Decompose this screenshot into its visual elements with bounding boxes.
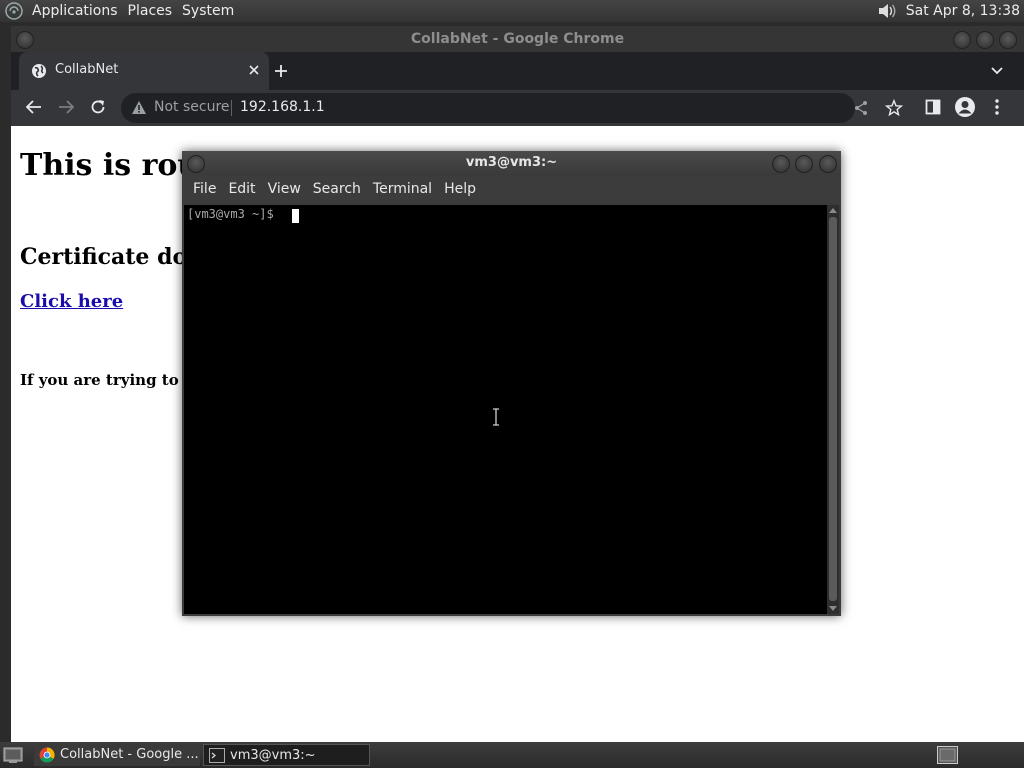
warning-icon[interactable] (131, 100, 147, 116)
minimize-button[interactable] (953, 31, 971, 49)
applications-menu[interactable]: Applications (27, 0, 123, 22)
security-indicator[interactable]: Not secure (154, 99, 230, 115)
terminal-titlebar[interactable]: vm3@vm3:~ (182, 151, 841, 175)
taskbar-item-label: vm3@vm3:~ (230, 748, 316, 763)
clock[interactable]: Sat Apr 8, 13:38 (898, 3, 1024, 19)
chevron-down-icon[interactable] (990, 64, 1004, 78)
tab-collabnet[interactable]: CollabNet (19, 52, 269, 90)
panel-tray: Sat Apr 8, 13:38 (876, 1, 1024, 21)
terminal-window-menu-button[interactable] (187, 155, 205, 173)
omnibox[interactable]: Not secure 192.168.1.1 (121, 93, 903, 123)
chrome-titlebar[interactable]: CollabNet - Google Chrome (11, 26, 1024, 52)
terminal-maximize-button[interactable] (795, 155, 813, 173)
maximize-button[interactable] (976, 31, 994, 49)
url-text[interactable]: 192.168.1.1 (240, 99, 325, 115)
terminal-menu-edit[interactable]: Edit (222, 175, 261, 203)
tab-strip: CollabNet (11, 52, 1024, 90)
workspace-switcher-icon[interactable] (937, 746, 958, 764)
scroll-up-arrow-icon[interactable] (829, 208, 837, 213)
window-menu-button[interactable] (16, 31, 34, 49)
side-panel-icon[interactable] (924, 98, 942, 116)
terminal-menu-search[interactable]: Search (307, 175, 367, 203)
distro-logo-icon[interactable] (5, 2, 23, 20)
omnibox-divider (231, 100, 232, 116)
top-panel: Applications Places System Sat Apr 8, 13… (0, 0, 1024, 22)
system-menu[interactable]: System (177, 0, 239, 22)
taskbar-item-chrome[interactable]: CollabNet - Google ... (34, 744, 200, 766)
bookmark-star-icon[interactable] (885, 99, 903, 117)
terminal-menu-view[interactable]: View (262, 175, 307, 203)
terminal-menu-terminal[interactable]: Terminal (367, 175, 438, 203)
back-arrow-icon[interactable] (25, 98, 43, 116)
click-here-link[interactable]: Click here (20, 291, 123, 312)
window-title: CollabNet - Google Chrome (410, 31, 625, 47)
terminal-menubar: File Edit View Search Terminal Help (182, 175, 841, 203)
terminal-scrollbar[interactable] (827, 205, 839, 614)
terminal-window: vm3@vm3:~ File Edit View Search Terminal… (182, 151, 841, 616)
scrollbar-thumb[interactable] (829, 217, 837, 601)
terminal-title: vm3@vm3:~ (465, 155, 558, 170)
new-tab-icon[interactable] (273, 63, 289, 79)
close-tab-icon[interactable] (247, 63, 261, 77)
show-desktop-icon[interactable] (3, 746, 23, 764)
ibeam-cursor-icon (492, 408, 500, 426)
scroll-down-arrow-icon[interactable] (829, 606, 837, 611)
tab-title: CollabNet (55, 62, 119, 77)
terminal-menu-help[interactable]: Help (438, 175, 482, 203)
terminal-output[interactable]: [vm3@vm3 ~]$ (184, 205, 827, 614)
globe-icon (31, 63, 47, 79)
more-menu-icon[interactable] (991, 98, 1003, 116)
text-cursor (292, 209, 299, 223)
taskbar-item-label: CollabNet - Google ... (60, 747, 199, 762)
close-button[interactable] (999, 31, 1017, 49)
terminal-close-button[interactable] (819, 155, 837, 173)
bottom-taskbar: CollabNet - Google ... vm3@vm3:~ (0, 742, 1024, 768)
shell-prompt: [vm3@vm3 ~]$ (187, 207, 281, 221)
terminal-icon (209, 748, 225, 763)
profile-avatar-icon[interactable] (954, 96, 976, 118)
chrome-icon (39, 747, 55, 763)
reload-icon[interactable] (89, 98, 107, 116)
taskbar-item-terminal[interactable]: vm3@vm3:~ (203, 744, 370, 766)
forward-arrow-icon[interactable] (57, 98, 75, 116)
share-icon[interactable] (853, 100, 869, 116)
chrome-toolbar: Not secure 192.168.1.1 (11, 90, 1024, 126)
terminal-minimize-button[interactable] (772, 155, 790, 173)
places-menu[interactable]: Places (123, 0, 178, 22)
volume-icon[interactable] (876, 1, 898, 21)
terminal-menu-file[interactable]: File (187, 175, 222, 203)
